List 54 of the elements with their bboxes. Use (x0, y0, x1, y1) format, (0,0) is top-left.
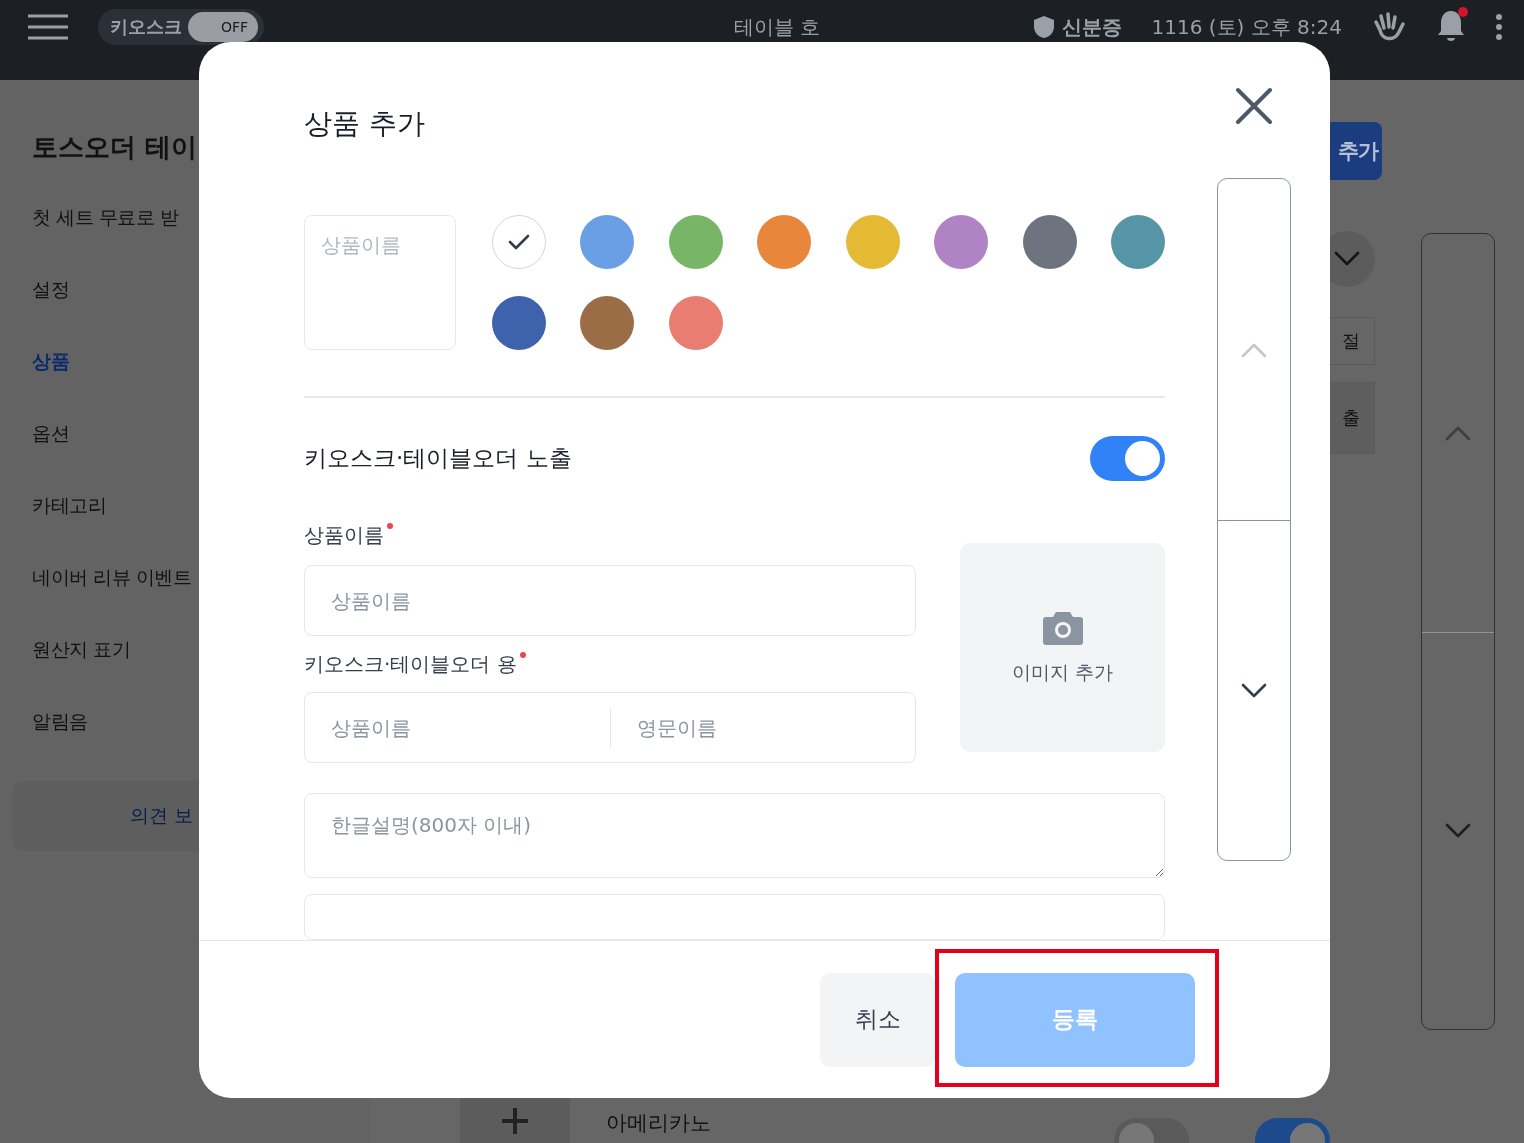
color-swatch[interactable] (757, 215, 811, 269)
dialog-title: 상품 추가 (304, 106, 425, 142)
product-name: 아메리카노 (606, 1110, 711, 1136)
name-input[interactable]: 상품이름 (304, 565, 916, 636)
chevron-down-icon (1334, 251, 1360, 267)
menu-icon[interactable] (28, 14, 68, 40)
sidebar-title: 토스오더 테이 (32, 131, 198, 164)
sidebar-item[interactable]: 네이버 리뷰 이벤트 (32, 565, 192, 637)
chevron-down-icon (1241, 682, 1267, 699)
add-image-button[interactable]: 이미지 추가 (960, 543, 1165, 752)
name-input[interactable]: 상품이름 (305, 707, 610, 748)
sidebar-item[interactable]: 설정 (32, 277, 69, 349)
color-swatch[interactable] (491, 215, 546, 269)
page-title: 테이블 호 (734, 15, 821, 39)
bell-icon[interactable] (1436, 11, 1466, 43)
display-name-field[interactable]: 상품이름 영문이름 (304, 692, 916, 763)
date-time: 1116 (토) 오후 8:24 (1151, 15, 1342, 39)
color-swatch[interactable] (580, 215, 634, 269)
chevron-down-icon (1445, 823, 1471, 839)
cancel-button[interactable]: 취소 (820, 972, 935, 1067)
add-item-button[interactable] (460, 1098, 570, 1143)
sidebar-item[interactable]: 원산지 표기 (32, 637, 131, 709)
color-swatch[interactable] (668, 215, 723, 269)
color-swatch[interactable] (580, 296, 634, 350)
id-status: 신분증 (1061, 15, 1122, 39)
kiosk-toggle[interactable]: OFF (188, 12, 258, 42)
color-swatch[interactable] (668, 296, 723, 350)
sidebar-item[interactable]: 상품 (32, 349, 69, 421)
tile-preview: 상품이름 (304, 215, 456, 350)
sidebar-item[interactable]: 알림음 (32, 709, 88, 781)
text-field[interactable] (304, 894, 1165, 940)
description-field[interactable]: 한글설명(800자 이내) (304, 793, 1165, 879)
more-icon[interactable] (1496, 14, 1502, 40)
check-icon (507, 234, 530, 250)
kiosk-label: 키오스크 (110, 15, 182, 39)
color-swatch[interactable] (934, 215, 988, 269)
plus-icon (500, 1105, 530, 1136)
chevron-up-icon (1445, 425, 1471, 441)
color-swatch[interactable] (491, 296, 546, 350)
close-button[interactable] (1234, 86, 1274, 126)
color-swatch[interactable] (845, 215, 900, 269)
visibility-label: 키오스크·테이블오더 노출 (304, 444, 572, 473)
color-swatch[interactable] (1111, 215, 1165, 269)
sidebar-item[interactable]: 카테고리 (32, 493, 106, 565)
visibility-switch[interactable] (1090, 436, 1165, 481)
sidebar-item[interactable]: 첫 세트 무료로 받 (32, 205, 179, 277)
sidebar-item[interactable]: 옵션 (32, 421, 69, 493)
chevron-up-icon (1241, 341, 1267, 358)
field-label: 상품이름 (304, 522, 384, 549)
shield-icon (1033, 16, 1054, 38)
camera-icon (1041, 609, 1084, 646)
color-swatch[interactable] (1022, 215, 1077, 269)
field-label: 키오스크·테이블오더 용 (304, 651, 517, 678)
name-input[interactable]: 영문이름 (610, 707, 915, 748)
